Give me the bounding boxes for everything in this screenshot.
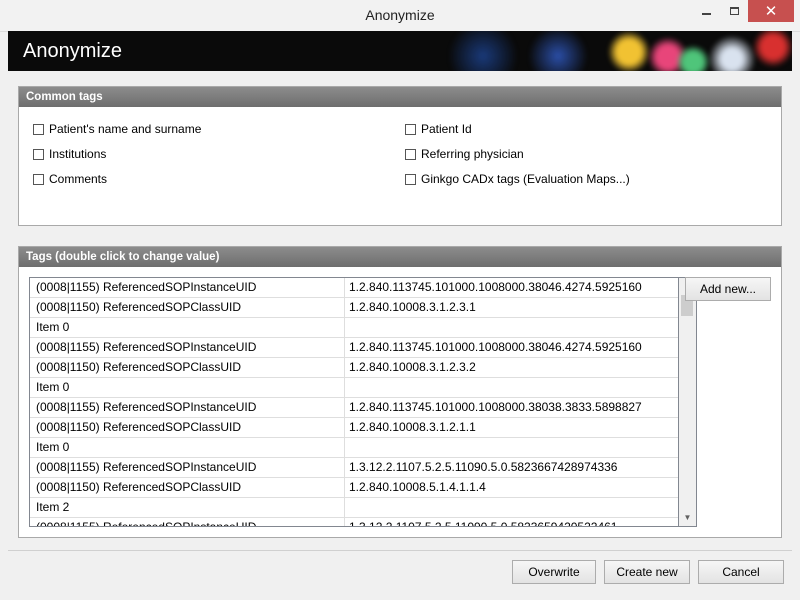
checkbox-institutions[interactable]: Institutions [33, 147, 106, 161]
create-new-button[interactable]: Create new [604, 560, 690, 584]
checkbox-patient-id[interactable]: Patient Id [405, 122, 472, 136]
tag-name-cell[interactable]: (0008|1155) ReferencedSOPInstanceUID [30, 278, 345, 297]
tag-value-cell[interactable] [345, 318, 349, 337]
header-title: Anonymize [23, 40, 122, 62]
table-row[interactable]: (0008|1150) ReferencedSOPClassUID 1.2.840… [30, 298, 678, 318]
table-row[interactable]: (0008|1150) ReferencedSOPClassUID 1.2.840… [30, 418, 678, 438]
dialog-footer: Overwrite Create new Cancel [8, 550, 792, 593]
maximize-icon [729, 7, 739, 15]
table-row[interactable]: (0008|1150) ReferencedSOPClassUID 1.2.840… [30, 358, 678, 378]
tag-value-cell[interactable]: 1.2.840.10008.3.1.2.3.1 [345, 298, 476, 317]
tag-name-cell[interactable]: Item 0 [30, 378, 345, 397]
tag-name-cell[interactable]: (0008|1150) ReferencedSOPClassUID [30, 478, 345, 497]
common-tags-panel: Common tags Patient's name and surname I… [18, 86, 782, 226]
checkbox-ginkgo-cadx-tags[interactable]: Ginkgo CADx tags (Evaluation Maps...) [405, 172, 630, 186]
bokeh-light-decoration [708, 35, 756, 71]
checkbox-box[interactable] [33, 148, 44, 160]
tag-name-cell[interactable]: (0008|1150) ReferencedSOPClassUID [30, 418, 345, 437]
tag-name-cell[interactable]: (0008|1155) ReferencedSOPInstanceUID [30, 338, 345, 357]
tag-value-cell[interactable]: 1.3.12.2.1107.5.2.5.11090.5.0.5823667428… [345, 458, 617, 477]
add-new-button[interactable]: Add new... [685, 277, 771, 301]
maximize-button[interactable] [720, 0, 748, 22]
checkbox-comments[interactable]: Comments [33, 172, 107, 186]
checkbox-label: Patient Id [421, 122, 472, 136]
close-icon: ✕ [764, 3, 778, 20]
tags-panel: Tags (double click to change value) (000… [18, 246, 782, 538]
tags-table[interactable]: (0008|1155) ReferencedSOPInstanceUID 1.2.… [29, 277, 679, 527]
tag-value-cell[interactable]: 1.2.840.113745.101000.1008000.38038.3833… [345, 398, 642, 417]
bokeh-light-decoration [448, 31, 518, 71]
tag-name-cell[interactable]: (0008|1155) ReferencedSOPInstanceUID [30, 458, 345, 477]
minimize-button[interactable] [692, 0, 720, 22]
tag-name-cell[interactable]: (0008|1155) ReferencedSOPInstanceUID [30, 398, 345, 417]
cancel-button[interactable]: Cancel [698, 560, 784, 584]
checkbox-referring-physician[interactable]: Referring physician [405, 147, 524, 161]
checkbox-label: Referring physician [421, 147, 524, 161]
bokeh-light-decoration [528, 31, 588, 71]
tag-name-cell[interactable]: (0008|1155) ReferencedSOPInstanceUID [30, 518, 345, 526]
tag-value-cell[interactable]: 1.2.840.10008.5.1.4.1.1.4 [345, 478, 486, 497]
table-row[interactable]: Item 0 [30, 438, 678, 458]
table-row[interactable]: (0008|1150) ReferencedSOPClassUID 1.2.840… [30, 478, 678, 498]
tag-name-cell[interactable]: (0008|1150) ReferencedSOPClassUID [30, 298, 345, 317]
checkbox-box[interactable] [33, 123, 44, 135]
tag-value-cell[interactable] [345, 438, 349, 457]
table-row[interactable]: (0008|1155) ReferencedSOPInstanceUID 1.2.… [30, 278, 678, 298]
checkbox-box[interactable] [405, 148, 416, 160]
checkbox-box[interactable] [405, 123, 416, 135]
checkbox-box[interactable] [33, 173, 44, 185]
checkbox-label: Institutions [49, 147, 107, 161]
tag-value-cell[interactable]: 1.3.12.2.1107.5.2.5.11090.5.0.5823659420… [345, 518, 617, 526]
tag-value-cell[interactable] [345, 378, 349, 397]
overwrite-button[interactable]: Overwrite [512, 560, 596, 584]
tags-header: Tags (double click to change value) [19, 247, 781, 267]
checkbox-patient-name[interactable]: Patient's name and surname [33, 122, 201, 136]
table-row[interactable]: (0008|1155) ReferencedSOPInstanceUID 1.3.… [30, 458, 678, 478]
tag-value-cell[interactable] [345, 498, 349, 517]
common-tags-header: Common tags [19, 87, 781, 107]
scroll-down-arrow-icon[interactable]: ▼ [679, 509, 696, 526]
table-row[interactable]: (0008|1155) ReferencedSOPInstanceUID 1.3.… [30, 518, 678, 526]
dialog-header: Anonymize [8, 31, 792, 71]
table-row[interactable]: Item 0 [30, 378, 678, 398]
tag-name-cell[interactable]: Item 0 [30, 438, 345, 457]
bokeh-light-decoration [608, 31, 650, 71]
tag-value-cell[interactable]: 1.2.840.113745.101000.1008000.38046.4274… [345, 338, 642, 357]
table-row[interactable]: (0008|1155) ReferencedSOPInstanceUID 1.2.… [30, 338, 678, 358]
table-row[interactable]: (0008|1155) ReferencedSOPInstanceUID 1.2.… [30, 398, 678, 418]
table-row[interactable]: Item 2 [30, 498, 678, 518]
tag-value-cell[interactable]: 1.2.840.10008.3.1.2.3.2 [345, 358, 476, 377]
minimize-icon [701, 13, 711, 15]
checkbox-box[interactable] [405, 173, 416, 185]
tag-name-cell[interactable]: (0008|1150) ReferencedSOPClassUID [30, 358, 345, 377]
tag-value-cell[interactable]: 1.2.840.113745.101000.1008000.38046.4274… [345, 278, 642, 297]
window-title: Anonymize [365, 7, 435, 23]
checkbox-label: Comments [49, 172, 108, 186]
bokeh-light-decoration [753, 31, 792, 67]
table-scrollbar[interactable]: ▲ ▼ [679, 277, 697, 527]
table-row[interactable]: Item 0 [30, 318, 678, 338]
close-button[interactable]: ✕ [748, 0, 794, 22]
title-bar: Anonymize ✕ [0, 0, 800, 32]
tag-name-cell[interactable]: Item 2 [30, 498, 345, 517]
checkbox-label: Ginkgo CADx tags (Evaluation Maps...) [421, 172, 630, 186]
bokeh-light-decoration [676, 45, 710, 71]
tag-name-cell[interactable]: Item 0 [30, 318, 345, 337]
tag-value-cell[interactable]: 1.2.840.10008.3.1.2.1.1 [345, 418, 476, 437]
checkbox-label: Patient's name and surname [49, 122, 202, 136]
